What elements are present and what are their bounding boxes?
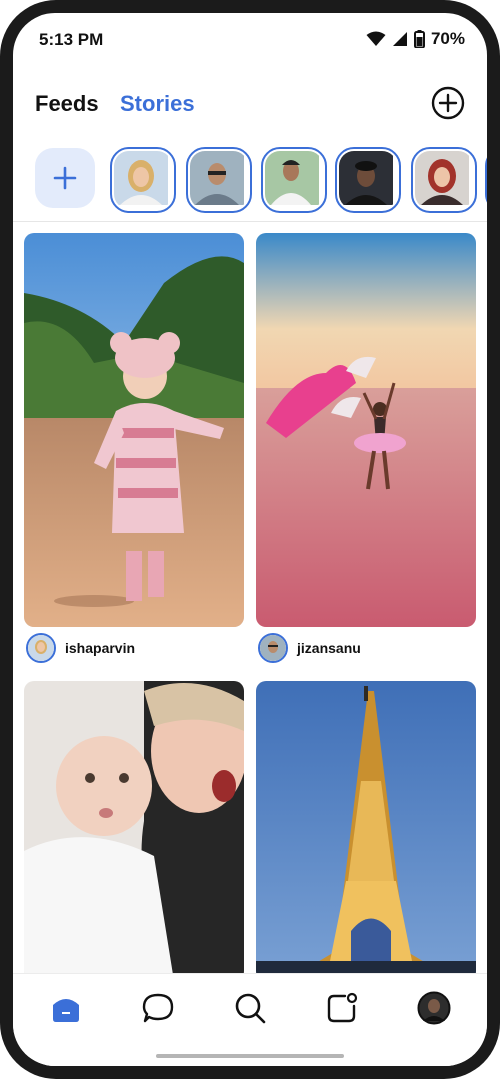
story-item[interactable] xyxy=(411,147,477,213)
nav-chat[interactable] xyxy=(138,988,178,1028)
notification-icon xyxy=(327,992,358,1023)
wifi-icon xyxy=(366,31,386,46)
home-icon xyxy=(53,999,79,1022)
story-item[interactable] xyxy=(110,147,176,213)
status-icons: 70% xyxy=(366,29,465,49)
story-thumbnail xyxy=(265,151,323,209)
stories-divider xyxy=(13,221,487,222)
status-time: 5:13 PM xyxy=(39,30,104,49)
nav-notifications[interactable] xyxy=(322,988,362,1028)
create-post-button[interactable] xyxy=(431,86,465,120)
feed-post-image[interactable] xyxy=(256,233,476,627)
nav-home[interactable] xyxy=(46,988,86,1028)
author-name: ishaparvin xyxy=(65,640,136,656)
story-thumbnail xyxy=(339,151,397,209)
story-thumbnail xyxy=(114,151,172,209)
app-screen: 5:13 PM 70% Feeds Stories ishaparvin jiz… xyxy=(13,13,487,1066)
tab-stories[interactable]: Stories xyxy=(120,91,195,117)
cellular-signal-icon xyxy=(392,32,407,46)
feed-post-image[interactable] xyxy=(256,681,476,981)
author-avatar xyxy=(258,633,288,663)
home-indicator[interactable] xyxy=(156,1054,344,1058)
profile-avatar xyxy=(417,991,451,1025)
stories-row xyxy=(13,147,487,213)
tab-feeds[interactable]: Feeds xyxy=(35,91,99,117)
post-author[interactable]: jizansanu xyxy=(258,633,361,663)
battery-icon xyxy=(413,30,425,48)
author-avatar xyxy=(26,633,56,663)
feed-post-image[interactable] xyxy=(24,233,244,627)
nav-profile[interactable] xyxy=(414,988,454,1028)
author-name: jizansanu xyxy=(297,640,361,656)
story-thumbnail xyxy=(415,151,473,209)
top-header: Feeds Stories xyxy=(13,83,487,127)
story-thumbnail xyxy=(190,151,248,209)
story-item[interactable] xyxy=(186,147,252,213)
feed-post-image[interactable] xyxy=(24,681,244,981)
status-bar: 5:13 PM 70% xyxy=(13,13,487,69)
phone-frame: 5:13 PM 70% Feeds Stories ishaparvin jiz… xyxy=(0,0,500,1079)
chat-icon xyxy=(142,993,174,1023)
add-story-button[interactable] xyxy=(35,148,95,208)
nav-search[interactable] xyxy=(230,988,270,1028)
search-icon xyxy=(235,993,266,1024)
plus-icon xyxy=(53,166,77,190)
post-author[interactable]: ishaparvin xyxy=(26,633,135,663)
story-item[interactable] xyxy=(485,147,487,213)
bottom-navigation xyxy=(13,973,487,1066)
story-item[interactable] xyxy=(335,147,401,213)
battery-percentage: 70% xyxy=(430,29,465,48)
story-item[interactable] xyxy=(261,147,327,213)
